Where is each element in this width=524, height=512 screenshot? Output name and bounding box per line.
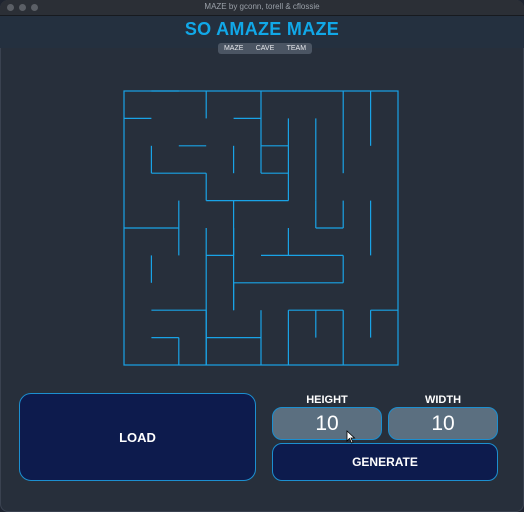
- app-window: MAZE by gconn, torell & cflossie SO AMAZ…: [0, 0, 524, 512]
- width-field[interactable]: 10: [388, 407, 498, 440]
- height-value: 10: [315, 411, 339, 435]
- mouse-cursor-icon: [346, 430, 356, 444]
- generate-button[interactable]: GENERATE: [272, 443, 498, 481]
- maze-walls: [123, 90, 399, 366]
- generate-button-label: GENERATE: [352, 455, 418, 469]
- height-label: HEIGHT: [306, 394, 348, 406]
- load-button-label: LOAD: [119, 429, 156, 445]
- height-field[interactable]: 10: [272, 407, 382, 440]
- width-value: 10: [431, 411, 455, 435]
- width-label: WIDTH: [424, 394, 462, 406]
- load-button[interactable]: LOAD: [19, 393, 256, 481]
